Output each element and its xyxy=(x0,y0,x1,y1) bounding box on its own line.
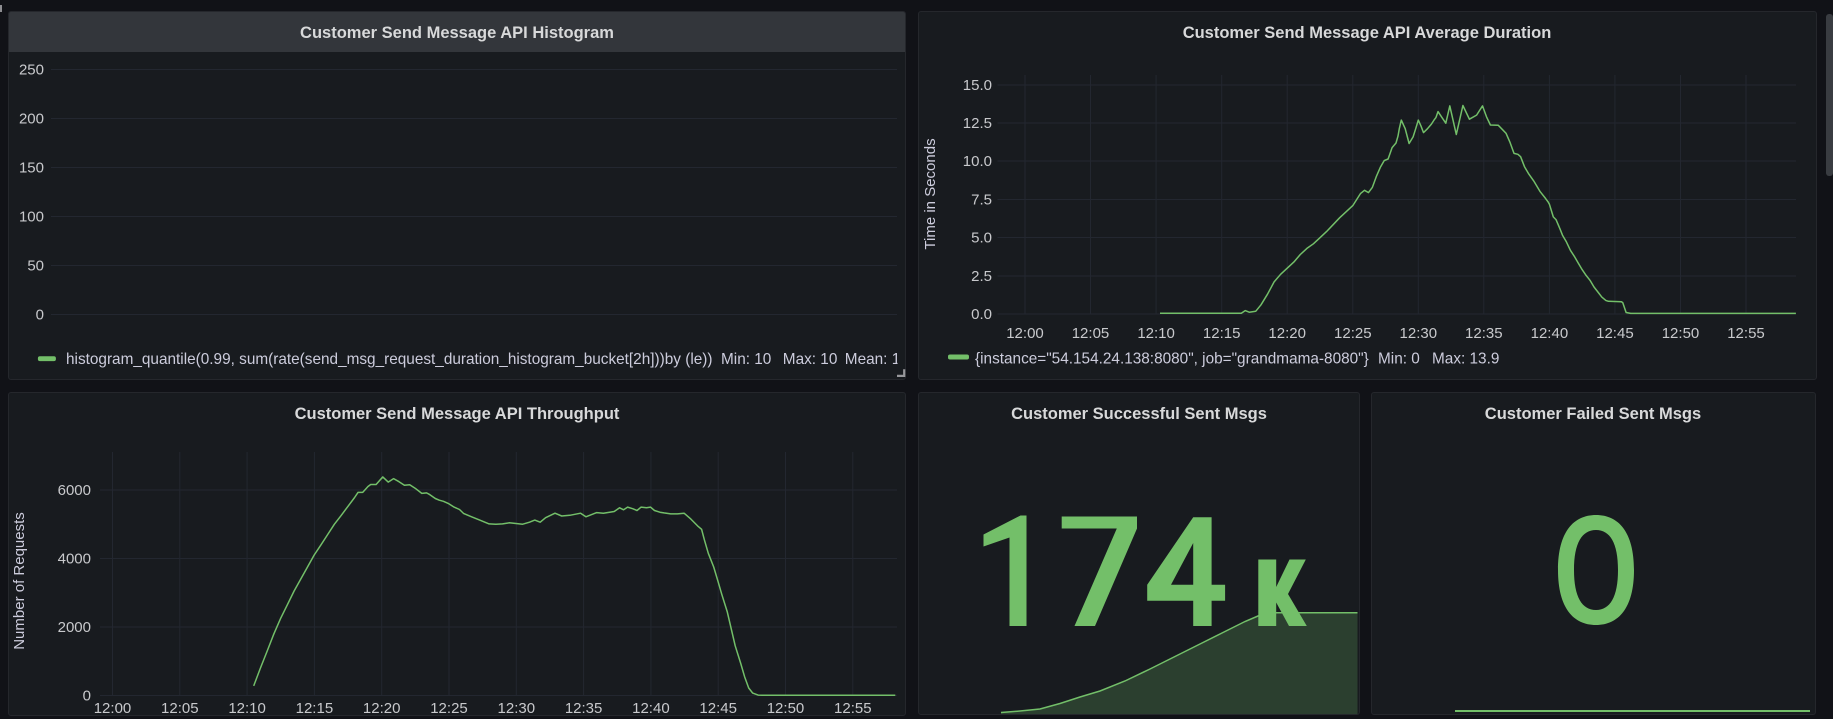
svg-text:15.0: 15.0 xyxy=(963,77,992,94)
svg-text:7.5: 7.5 xyxy=(971,192,992,209)
svg-text:6000: 6000 xyxy=(58,482,91,499)
svg-text:12:35: 12:35 xyxy=(565,700,603,717)
svg-text:12:50: 12:50 xyxy=(1662,325,1700,342)
svg-text:Max: 13.9: Max: 13.9 xyxy=(1432,351,1499,368)
svg-text:12:30: 12:30 xyxy=(1400,325,1438,342)
svg-text:{instance="54.154.24.138:8080": {instance="54.154.24.138:8080", job="gra… xyxy=(975,351,1369,368)
svg-text:Customer Send Message API Aver: Customer Send Message API Average Durati… xyxy=(1183,24,1552,42)
svg-text:0: 0 xyxy=(36,307,44,324)
svg-text:12:40: 12:40 xyxy=(632,700,670,717)
svg-text:250: 250 xyxy=(19,62,44,79)
svg-text:12:20: 12:20 xyxy=(1268,325,1306,342)
svg-text:12:45: 12:45 xyxy=(699,700,737,717)
svg-text:Customer Send Message API Hist: Customer Send Message API Histogram xyxy=(300,24,614,42)
svg-text:12:05: 12:05 xyxy=(1072,325,1110,342)
svg-text:50: 50 xyxy=(27,258,44,275)
svg-text:200: 200 xyxy=(19,111,44,128)
svg-text:Number of Requests: Number of Requests xyxy=(11,512,28,650)
svg-text:12:15: 12:15 xyxy=(1203,325,1241,342)
svg-text:4000: 4000 xyxy=(58,551,91,568)
svg-text:2.5: 2.5 xyxy=(971,268,992,285)
svg-text:12:35: 12:35 xyxy=(1465,325,1503,342)
svg-text:Min: 10: Min: 10 xyxy=(721,351,771,368)
svg-text:12:00: 12:00 xyxy=(1006,325,1044,342)
svg-text:Customer Successful Sent Msgs: Customer Successful Sent Msgs xyxy=(1011,405,1267,423)
svg-text:12:30: 12:30 xyxy=(498,700,536,717)
svg-text:10.0: 10.0 xyxy=(963,153,992,170)
svg-text:12:25: 12:25 xyxy=(430,700,468,717)
svg-text:Customer Failed Sent Msgs: Customer Failed Sent Msgs xyxy=(1485,405,1701,423)
svg-text:12:20: 12:20 xyxy=(363,700,401,717)
svg-text:12:10: 12:10 xyxy=(1137,325,1175,342)
svg-text:12:10: 12:10 xyxy=(228,700,266,717)
svg-text:Mean: 10: Mean: 10 xyxy=(845,351,909,368)
svg-text:Min: 0: Min: 0 xyxy=(1378,351,1420,368)
svg-text:12:25: 12:25 xyxy=(1334,325,1372,342)
svg-text:12.5: 12.5 xyxy=(963,115,992,132)
svg-text:Time in Seconds: Time in Seconds xyxy=(922,138,939,249)
svg-text:12:40: 12:40 xyxy=(1531,325,1569,342)
svg-text:0.0: 0.0 xyxy=(971,306,992,323)
svg-text:12:45: 12:45 xyxy=(1596,325,1634,342)
svg-text:Max: 10: Max: 10 xyxy=(783,351,838,368)
svg-text:histogram_quantile(0.99, sum(r: histogram_quantile(0.99, sum(rate(send_m… xyxy=(66,351,712,368)
svg-text:5.0: 5.0 xyxy=(971,230,992,247)
svg-text:12:05: 12:05 xyxy=(161,700,199,717)
svg-text:0: 0 xyxy=(83,688,91,705)
svg-text:12:15: 12:15 xyxy=(296,700,334,717)
svg-text:2000: 2000 xyxy=(58,619,91,636)
svg-text:12:55: 12:55 xyxy=(1727,325,1765,342)
svg-text:100: 100 xyxy=(19,209,44,226)
svg-text:12:00: 12:00 xyxy=(94,700,132,717)
svg-text:12:55: 12:55 xyxy=(834,700,872,717)
svg-text:150: 150 xyxy=(19,160,44,177)
svg-text:12:50: 12:50 xyxy=(767,700,805,717)
svg-text:Customer Send Message API Thro: Customer Send Message API Throughput xyxy=(295,405,620,423)
